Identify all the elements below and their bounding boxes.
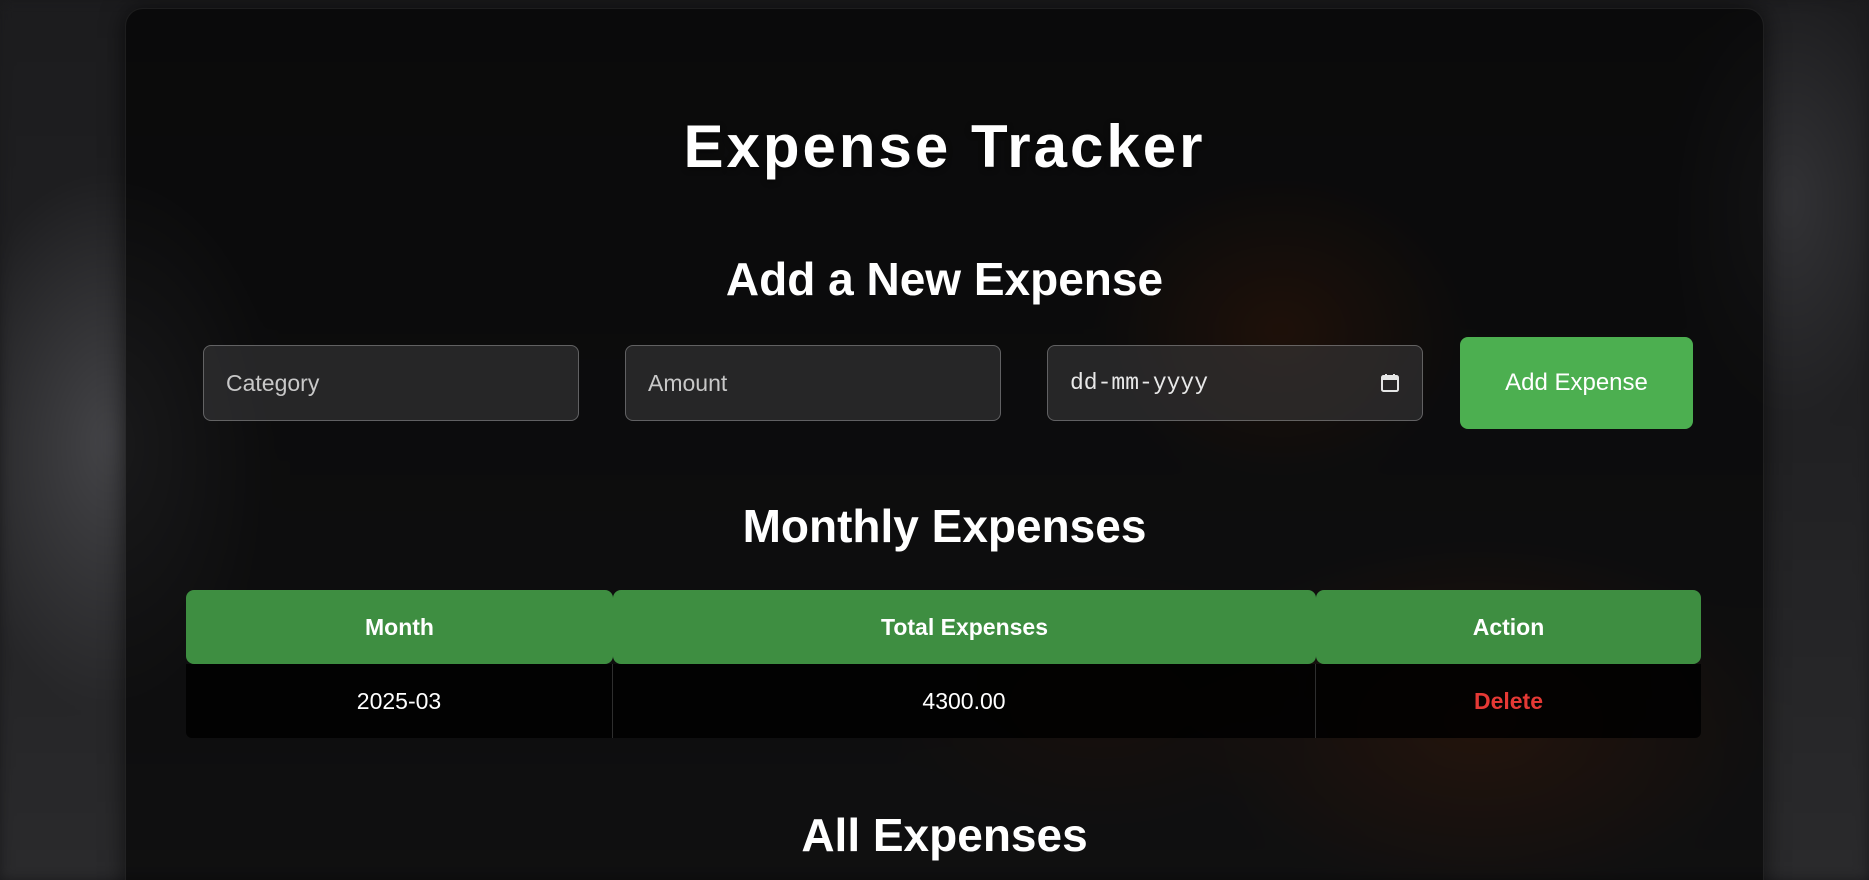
all-expenses-heading: All Expenses [801,809,1088,861]
delete-button[interactable]: Delete [1474,688,1543,715]
calendar-icon[interactable] [1380,373,1400,393]
total-cell: 4300.00 [613,664,1316,738]
column-header-month: Month [186,590,613,664]
table-row: 2025-03 4300.00 Delete [186,664,1701,738]
column-header-action: Action [1316,590,1701,664]
column-header-total: Total Expenses [613,590,1316,664]
category-field[interactable] [203,345,579,421]
app-container: Expense Tracker Add a New Expense Monthl… [125,8,1764,880]
amount-field[interactable] [625,345,1001,421]
monthly-expenses-table: Month Total Expenses Action 2025-03 4300… [186,590,1701,738]
amount-input[interactable] [648,369,978,397]
add-expense-button[interactable]: Add Expense [1460,337,1693,429]
page-title: Expense Tracker [683,113,1206,180]
monthly-expenses-heading: Monthly Expenses [742,500,1147,552]
date-field[interactable]: dd-mm-yyyy [1047,345,1423,421]
date-input-placeholder: dd-mm-yyyy [1070,370,1209,396]
add-expense-heading: Add a New Expense [725,253,1164,305]
month-cell: 2025-03 [186,664,613,738]
category-input[interactable] [226,369,556,397]
action-cell: Delete [1316,664,1701,738]
table-header-row: Month Total Expenses Action [186,590,1701,664]
